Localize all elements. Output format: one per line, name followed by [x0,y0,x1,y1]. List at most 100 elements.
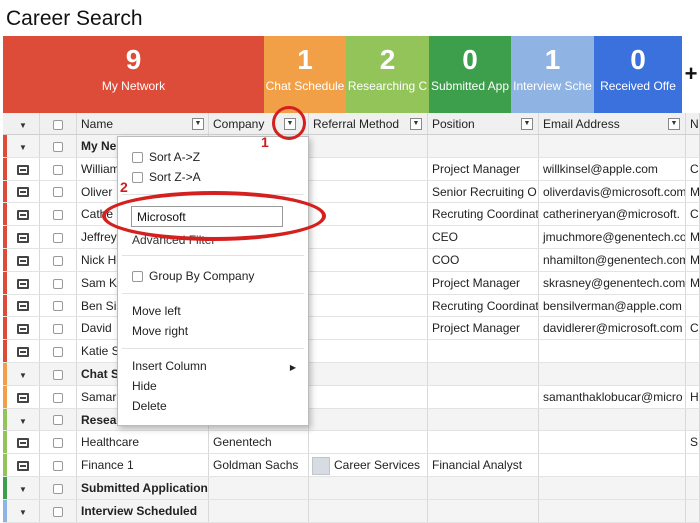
row-checkbox[interactable] [40,454,77,476]
stage-offer[interactable]: 0 Received Offe [594,36,682,113]
table-row[interactable]: Finance 1 Goldman Sachs Career Services Fin… [3,454,700,477]
column-header-email[interactable]: Email Address ▼ [539,113,686,134]
cell-more[interactable] [686,499,700,522]
cell-position[interactable] [428,385,539,408]
open-card-button[interactable] [7,431,40,454]
menu-item-delete[interactable]: Delete [132,399,167,413]
group-row[interactable]: ▼ Resea [3,408,700,432]
row-checkbox[interactable] [40,385,77,408]
cell-more[interactable]: M [686,271,700,294]
column-header-position[interactable]: Position ▼ [428,113,539,134]
table-row[interactable]: Healthcare Genentech S [3,431,700,455]
cell-referral[interactable] [309,203,428,226]
cell-referral[interactable] [309,226,428,248]
group-row[interactable]: ▼ Chat S [3,362,700,386]
cell-referral[interactable] [309,271,428,294]
cell-position[interactable] [428,408,539,431]
row-checkbox[interactable] [40,317,77,340]
row-checkbox[interactable] [40,499,77,522]
cell-more[interactable]: H [686,385,700,408]
menu-item-insert-column[interactable]: Insert Column [132,359,207,373]
open-card-button[interactable] [7,203,40,226]
menu-item-sort-asc[interactable]: Sort A->Z [132,150,200,164]
cell-more[interactable] [686,340,700,362]
group-row[interactable]: ▼ Interview Scheduled [3,499,700,523]
cell-email[interactable] [539,362,686,385]
stage-chat-scheduled[interactable]: 1 Chat Schedule [264,36,346,113]
cell-more[interactable] [686,362,700,385]
open-card-button[interactable] [7,454,40,476]
cell-more[interactable]: M [686,180,700,203]
cell-email[interactable]: oliverdavis@microsoft.com [539,180,686,203]
cell-more[interactable] [686,454,700,476]
cell-company[interactable]: Goldman Sachs [209,454,309,476]
select-all-checkbox[interactable] [40,113,77,134]
row-checkbox[interactable] [40,476,77,499]
cell-position[interactable] [428,135,539,157]
cell-name[interactable]: Interview Scheduled [77,499,209,522]
row-checkbox[interactable] [40,271,77,294]
cell-company[interactable]: Genentech [209,431,309,454]
cell-email[interactable]: davidlerer@microsoft.com [539,317,686,340]
group-row[interactable]: ▼ My Ne [3,135,700,158]
column-menu-button[interactable]: ▼ [192,118,204,130]
stage-interview[interactable]: 1 Interview Sche [511,36,594,113]
table-row[interactable]: William Project Manager willkinsel@apple.c… [3,157,700,181]
cell-more[interactable] [686,294,700,317]
cell-email[interactable] [539,340,686,362]
table-row[interactable]: Sam K Project Manager skrasney@genentech.c… [3,271,700,295]
row-checkbox[interactable] [40,226,77,248]
group-collapse-toggle[interactable]: ▼ [7,362,40,385]
row-checkbox[interactable] [40,340,77,362]
table-row[interactable]: Samar samanthaklobucar@micro H [3,385,700,409]
cell-referral[interactable] [309,431,428,454]
group-collapse-toggle[interactable]: ▼ [7,499,40,522]
cell-referral[interactable] [309,135,428,157]
cell-referral[interactable] [309,362,428,385]
cell-referral[interactable] [309,294,428,317]
menu-item-move-left[interactable]: Move left [132,304,181,318]
cell-email[interactable]: nhamilton@genentech.com [539,248,686,271]
table-row[interactable]: Jeffrey CEO jmuchmore@genentech.co M [3,226,700,249]
cell-position[interactable] [428,362,539,385]
open-card-button[interactable] [7,226,40,248]
cell-email[interactable]: samanthaklobucar@micro [539,385,686,408]
cell-more[interactable]: C [686,157,700,180]
stage-my-network[interactable]: 9 My Network [3,36,264,113]
open-card-button[interactable] [7,180,40,203]
row-checkbox[interactable] [40,180,77,203]
cell-email[interactable] [539,476,686,499]
cell-position[interactable] [428,499,539,522]
cell-referral[interactable] [309,499,428,522]
open-card-button[interactable] [7,248,40,271]
menu-item-group-by[interactable]: Group By Company [132,269,254,283]
cell-position[interactable] [428,340,539,362]
cell-position[interactable]: Recruting Coordinat [428,203,539,226]
open-card-button[interactable] [7,385,40,408]
cell-position[interactable] [428,431,539,454]
cell-referral[interactable]: Career Services [309,454,428,476]
header-expand-toggle[interactable]: ▼ [7,113,40,134]
cell-more[interactable] [686,135,700,157]
cell-more[interactable]: M [686,226,700,248]
cell-referral[interactable] [309,248,428,271]
group-row[interactable]: ▼ Submitted Application [3,476,700,500]
cell-email[interactable] [539,499,686,522]
cell-email[interactable] [539,454,686,476]
cell-company[interactable] [209,499,309,522]
cell-position[interactable]: Project Manager [428,157,539,180]
row-checkbox[interactable] [40,362,77,385]
column-header-referral[interactable]: Referral Method ▼ [309,113,428,134]
cell-email[interactable]: skrasney@genentech.com [539,271,686,294]
cell-more[interactable]: C [686,317,700,340]
cell-referral[interactable] [309,317,428,340]
cell-email[interactable]: catherineryan@microsoft. [539,203,686,226]
cell-position[interactable]: Financial Analyst [428,454,539,476]
table-row[interactable]: Oliver Senior Recruiting Ooliverdavis@mic… [3,180,700,204]
row-checkbox[interactable] [40,408,77,431]
menu-item-move-right[interactable]: Move right [132,324,188,338]
cell-position[interactable]: Project Manager [428,317,539,340]
table-row[interactable]: Katie S [3,340,700,363]
cell-position[interactable]: COO [428,248,539,271]
cell-company[interactable] [209,476,309,499]
